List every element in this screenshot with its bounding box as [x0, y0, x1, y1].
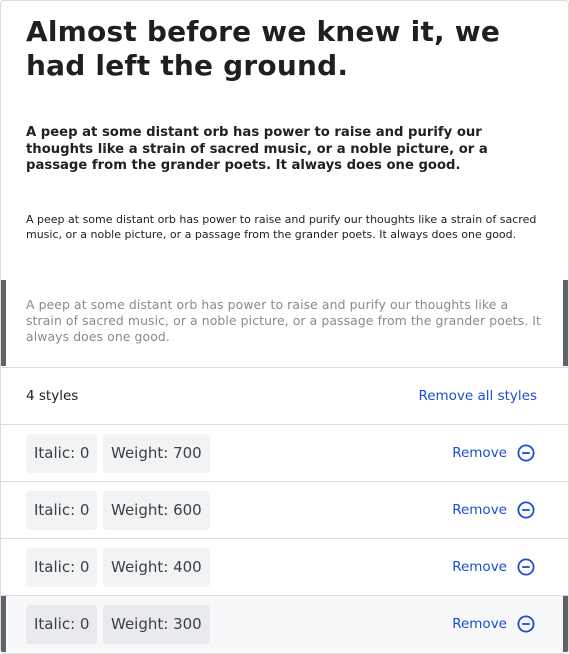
remove-label: Remove [452, 616, 507, 632]
styles-count: 4 styles [26, 388, 79, 404]
preview-headline: Almost before we knew it, we had left th… [26, 15, 501, 82]
preview-paragraph-bold: A peep at some distant orb has power to … [26, 125, 488, 173]
active-style-indicator-left [1, 280, 6, 366]
weight-chip: Weight: 400 [103, 548, 210, 587]
style-row: Italic: 0 Weight: 400 Remove [1, 539, 568, 595]
italic-chip: Italic: 0 [26, 548, 98, 587]
preview-paragraph-regular: A peep at some distant orb has power to … [26, 213, 537, 241]
active-style-indicator-left [1, 596, 6, 652]
remove-label: Remove [452, 559, 507, 575]
remove-label: Remove [452, 502, 507, 518]
font-styles-panel: Almost before we knew it, we had left th… [0, 0, 569, 654]
weight-chip: Weight: 700 [103, 434, 210, 473]
remove-label: Remove [452, 445, 507, 461]
weight-chip: Weight: 300 [103, 605, 210, 644]
remove-all-styles-button[interactable]: Remove all styles [418, 387, 537, 405]
styles-summary: 4 styles Remove all styles [1, 368, 568, 424]
active-style-indicator-right [563, 280, 568, 366]
remove-circle-icon [517, 501, 535, 519]
italic-chip: Italic: 0 [26, 434, 98, 473]
remove-style-button[interactable]: Remove [452, 613, 535, 635]
italic-chip: Italic: 0 [26, 605, 98, 644]
style-row: Italic: 0 Weight: 600 Remove [1, 482, 568, 538]
remove-style-button[interactable]: Remove [452, 499, 535, 521]
style-row: Italic: 0 Weight: 700 Remove [1, 425, 568, 481]
active-style-indicator-right [563, 596, 568, 652]
remove-circle-icon [517, 558, 535, 576]
preview-paragraph-light: A peep at some distant orb has power to … [26, 297, 541, 344]
remove-style-button[interactable]: Remove [452, 556, 535, 578]
italic-chip: Italic: 0 [26, 491, 98, 530]
weight-chip: Weight: 600 [103, 491, 210, 530]
remove-circle-icon [517, 615, 535, 633]
remove-style-button[interactable]: Remove [452, 442, 535, 464]
remove-circle-icon [517, 444, 535, 462]
style-row-active: Italic: 0 Weight: 300 Remove [1, 596, 568, 652]
